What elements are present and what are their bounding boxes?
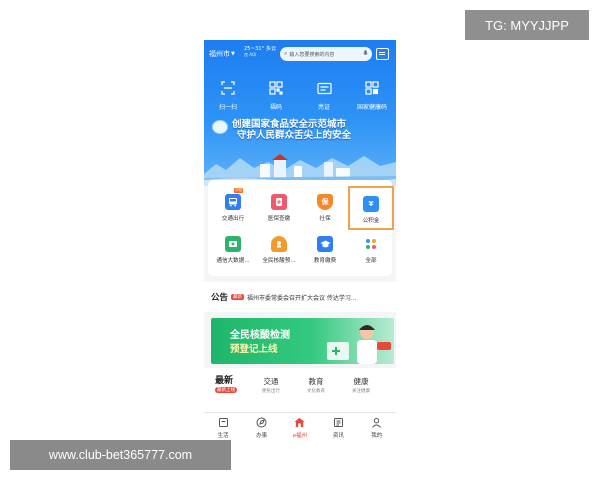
tab-services[interactable]: 办事	[245, 413, 279, 442]
service-label: 通信大数据...	[216, 258, 250, 264]
news-tab-label: 教育	[308, 377, 324, 386]
news-current-label: 最新	[215, 376, 234, 386]
service-education-fee[interactable]: 教育缴费	[302, 228, 348, 272]
services-card: 补贴 交通出行 医保查缴 保 社保 ¥ 公积金 通信大数据... 全民核酸预..…	[208, 180, 394, 276]
quick-fuma[interactable]: 福码	[254, 80, 298, 111]
news-current-badge: 最新上线	[215, 387, 237, 393]
tab-label: 生活	[217, 433, 229, 439]
tab-label: 我的	[371, 433, 383, 439]
city-selector[interactable]: 福州市 ▼	[209, 49, 235, 59]
nucleic-test-icon	[271, 236, 287, 252]
weather-sub: 良 AQI	[244, 52, 257, 57]
news-section: 最新 最新上线 交通 便民出行 教育 文化教育 健康 关注健康	[204, 368, 396, 412]
service-label: 交通出行	[221, 216, 245, 222]
hero-header: 福州市 ▼ 25~31° 多云 良 AQI ⌕ 输入您要搜索的内容 扫一扫 福码…	[204, 40, 396, 186]
nucleic-test-promo-banner[interactable]: 全民核酸检测 预登记上线	[211, 318, 394, 364]
bottom-tab-bar: 生活 办事 e福州 资讯 我的	[204, 412, 396, 442]
phone-screen: 福州市 ▼ 25~31° 多云 良 AQI ⌕ 输入您要搜索的内容 扫一扫 福码…	[204, 40, 396, 442]
banner-line-1: 创建国家食品安全示范城市	[232, 119, 347, 130]
service-telecom-bigdata[interactable]: 通信大数据...	[210, 228, 256, 272]
doctor-illustration	[327, 325, 391, 364]
news-tab-transport[interactable]: 交通 便民出行	[253, 376, 289, 394]
quick-label: 扫一扫	[218, 104, 237, 111]
scan-icon	[220, 80, 236, 96]
tab-label: 资讯	[332, 433, 344, 439]
news-icon	[333, 417, 344, 428]
url-watermark: www.club-bet365777.com	[10, 440, 231, 470]
banner-slogan[interactable]: 创建国家食品安全示范城市 守护人民群众舌尖上的安全	[232, 119, 351, 141]
news-tab-label: 健康	[353, 377, 369, 386]
news-tab-education[interactable]: 教育 文化教育	[298, 376, 334, 394]
tg-watermark: TG: MYYJJPP	[465, 10, 589, 40]
shield-icon: 保	[317, 194, 333, 210]
service-label: 社保	[319, 216, 331, 222]
weather-info[interactable]: 25~31° 多云 良 AQI	[244, 46, 276, 58]
health-code-icon	[364, 80, 380, 96]
home-icon	[294, 417, 306, 428]
quick-label: 福码	[269, 104, 282, 111]
quick-label: 亮证	[317, 104, 330, 111]
quick-actions: 扫一扫 福码 亮证 国家健康码	[204, 80, 396, 111]
announcement-bar[interactable]: 公告 最新 福州市委常委会召开扩大会议 传达学习...	[204, 282, 396, 312]
message-icon[interactable]	[376, 48, 389, 60]
all-services-icon	[363, 236, 379, 252]
caret-down-icon: ▼	[231, 51, 235, 57]
quick-scan[interactable]: 扫一扫	[206, 80, 250, 111]
service-label: 全民核酸预...	[262, 258, 296, 264]
service-social-security[interactable]: 保 社保	[302, 186, 348, 230]
top-bar: 福州市 ▼ 25~31° 多云 良 AQI ⌕ 输入您要搜索的内容	[204, 44, 396, 64]
qr-code-icon	[268, 80, 284, 96]
search-input[interactable]: ⌕ 输入您要搜索的内容	[280, 47, 372, 61]
tab-life[interactable]: 生活	[206, 413, 240, 442]
housing-fund-icon: ¥	[363, 196, 379, 212]
microphone-icon[interactable]	[363, 49, 368, 59]
news-current-tab[interactable]: 最新 最新上线	[215, 373, 237, 393]
news-tab-health[interactable]: 健康 关注健康	[343, 376, 379, 394]
announcement-text: 福州市委常委会召开扩大会议 传达学习...	[247, 294, 357, 302]
promo-title: 全民核酸检测	[230, 330, 290, 341]
service-label: 医保查缴	[267, 216, 291, 222]
service-housing-fund[interactable]: ¥ 公积金	[348, 186, 394, 230]
service-all[interactable]: 全部	[348, 228, 394, 272]
tab-label: e福州	[292, 433, 308, 439]
search-placeholder: 输入您要搜索的内容	[289, 51, 335, 58]
city-label: 福州市	[209, 50, 230, 58]
service-transport[interactable]: 补贴 交通出行	[210, 186, 256, 230]
telecom-icon	[225, 236, 241, 252]
compass-icon	[256, 417, 267, 428]
service-label: 全部	[365, 258, 377, 264]
screenshot-canvas: TG: MYYJJPP 福州市 ▼ 25~31° 多云 良 AQI ⌕ 输入您要…	[0, 0, 600, 480]
quick-label: 国家健康码	[356, 104, 387, 111]
banner-logo	[212, 120, 228, 134]
life-icon	[218, 417, 229, 428]
news-tab-sub: 便民出行	[262, 389, 280, 394]
id-card-icon	[316, 80, 332, 96]
news-tab-sub: 关注健康	[352, 389, 370, 394]
banner-line-2: 守护人民群众舌尖上的安全	[237, 130, 352, 141]
tab-efuzhou[interactable]: e福州	[283, 413, 317, 442]
news-tab-label: 交通	[263, 377, 279, 386]
tab-label: 办事	[256, 433, 268, 439]
quick-health-code[interactable]: 国家健康码	[350, 80, 394, 111]
announcement-title: 公告	[211, 293, 229, 303]
profile-icon	[371, 417, 382, 428]
medical-insurance-icon	[271, 194, 287, 210]
promo-subtitle: 预登记上线	[230, 344, 278, 355]
service-nucleic-test[interactable]: 全民核酸预...	[256, 228, 302, 272]
news-tab-sub: 文化教育	[307, 389, 325, 394]
bus-icon	[225, 194, 241, 210]
quick-id[interactable]: 亮证	[302, 80, 346, 111]
graduation-cap-icon	[317, 236, 333, 252]
announcement-new-badge: 最新	[231, 294, 245, 300]
tab-profile[interactable]: 我的	[360, 413, 394, 442]
service-label: 教育缴费	[313, 258, 337, 264]
service-label: 公积金	[362, 218, 380, 224]
tab-news[interactable]: 资讯	[321, 413, 355, 442]
search-icon: ⌕	[284, 50, 288, 57]
service-medical-insurance[interactable]: 医保查缴	[256, 186, 302, 230]
service-tag-badge: 补贴	[234, 188, 244, 193]
